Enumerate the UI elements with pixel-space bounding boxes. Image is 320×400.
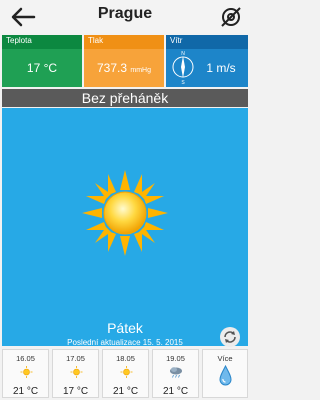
pressure-unit: mmHg (130, 67, 151, 74)
sun-icon (120, 366, 133, 378)
forecast-date: 18.05 (116, 354, 135, 363)
pressure-label: Tlak (88, 36, 104, 45)
city-title: Prague (97, 5, 153, 22)
compass-icon: N S (172, 51, 194, 85)
forecast-date: 19.05 (166, 354, 185, 363)
forecast-date: 16.05 (16, 354, 35, 363)
forecast-day[interactable]: 16.05 21 °C (2, 349, 49, 398)
location-off-icon[interactable] (220, 6, 242, 28)
water-drop-icon (219, 365, 232, 386)
wind-label: Vítr (170, 36, 183, 45)
pressure-tile[interactable]: Tlak 737.3 mmHg (84, 35, 164, 87)
compass-north: N (181, 51, 185, 57)
pressure-value: 737.3 (97, 61, 128, 75)
forecast-temp: 21 °C (162, 386, 189, 397)
forecast-strip: 16.05 21 °C 17.05 17 °C 18.05 21 °C 19.0… (2, 349, 248, 398)
compass-south: S (181, 80, 185, 85)
condition-bar: Bez přeháněk (2, 89, 248, 107)
sun-icon (20, 366, 33, 378)
forecast-temp: 21 °C (12, 386, 39, 397)
top-bar: Prague (0, 0, 250, 33)
sun-icon (82, 170, 168, 256)
forecast-temp: 17 °C (62, 386, 89, 397)
last-update-text: Poslední aktualizace 15. 5. 2015 (67, 338, 183, 347)
forecast-date: 17.05 (66, 354, 85, 363)
forecast-temp: 21 °C (112, 386, 139, 397)
main-forecast-panel: Pátek Poslední aktualizace 15. 5. 2015 (2, 108, 248, 348)
more-label: Více (217, 354, 233, 363)
forecast-day[interactable]: 19.05 21 °C (152, 349, 199, 398)
wind-value: 1 m/s (206, 61, 236, 75)
refresh-icon[interactable] (219, 326, 241, 348)
sun-icon (70, 366, 83, 378)
temperature-label: Teplota (6, 36, 32, 45)
temperature-value: 17 °C (2, 49, 82, 87)
more-button[interactable]: Více (202, 349, 248, 398)
forecast-day[interactable]: 18.05 21 °C (102, 349, 149, 398)
forecast-day[interactable]: 17.05 17 °C (52, 349, 99, 398)
current-conditions: Teplota 17 °C Tlak 737.3 mmHg Vítr 1 m/s… (2, 35, 248, 87)
day-name: Pátek (107, 320, 143, 336)
wind-tile[interactable]: Vítr 1 m/s N S (166, 35, 248, 87)
pressure-value-box: 737.3 mmHg (84, 49, 164, 87)
cloud-rain-icon (170, 367, 182, 378)
temperature-tile[interactable]: Teplota 17 °C (2, 35, 82, 87)
